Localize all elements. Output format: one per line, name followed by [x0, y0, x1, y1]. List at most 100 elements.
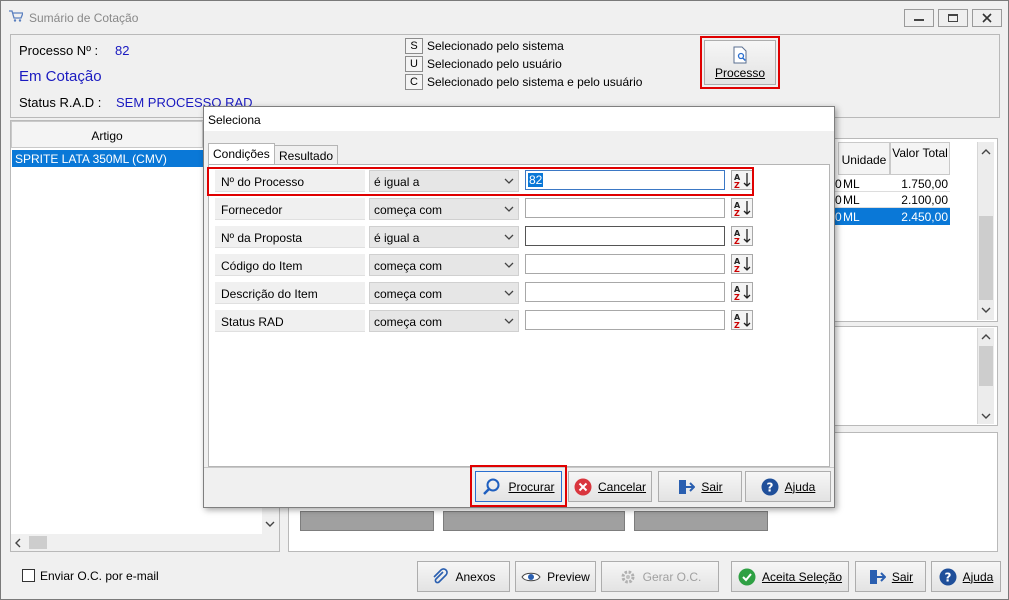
sort-button[interactable]: AZ	[731, 198, 753, 218]
table-row[interactable]: 0 ML 1.750,00	[835, 176, 950, 192]
legend-key-c: C	[405, 74, 423, 90]
chevron-up-icon	[981, 149, 991, 155]
legend-label-u: Selecionado pelo usuário	[427, 57, 562, 71]
sort-button[interactable]: AZ	[731, 310, 753, 330]
tab-resultado[interactable]: Resultado	[274, 145, 339, 165]
chevron-down-icon	[504, 262, 514, 268]
close-button[interactable]	[972, 9, 1002, 27]
svg-text:?: ?	[944, 570, 951, 584]
anexos-button[interactable]: Anexos	[417, 561, 510, 592]
chevron-up-icon	[981, 334, 991, 340]
sort-az-icon: AZ	[734, 285, 751, 302]
value-input[interactable]	[525, 226, 725, 246]
processo-value: 82	[115, 43, 130, 58]
chevron-down-icon	[504, 318, 514, 324]
chevron-down-icon	[981, 413, 991, 419]
operator-select[interactable]: começa com	[369, 310, 519, 332]
maximize-button[interactable]	[938, 9, 968, 27]
operator-select[interactable]: começa com	[369, 282, 519, 304]
help-icon: ?	[761, 478, 779, 495]
sair-button[interactable]: Sair	[855, 561, 926, 592]
left-hscroll[interactable]	[11, 534, 279, 551]
preview-button[interactable]: Preview	[515, 561, 596, 592]
svg-text:?: ?	[766, 480, 773, 494]
value-input[interactable]	[525, 254, 725, 274]
tab-condicoes[interactable]: Condições	[208, 143, 275, 165]
cancelar-button[interactable]: Cancelar	[568, 471, 652, 502]
help-icon: ?	[939, 568, 957, 585]
valor-total-header[interactable]: Valor Total	[890, 142, 950, 175]
summary-bar	[300, 511, 434, 531]
first-condition-highlight	[207, 167, 754, 196]
legend-label-c: Selecionado pelo sistema e pelo usuário	[427, 75, 643, 89]
condition-row: Código do Item começa com AZ	[213, 252, 827, 278]
gerar-oc-button[interactable]: Gerar O.C.	[601, 561, 719, 592]
legend-key-u: U	[405, 56, 423, 72]
cancel-icon	[574, 478, 592, 495]
close-icon	[982, 13, 992, 23]
dialog-sair-button[interactable]: Sair	[658, 471, 742, 502]
sort-az-icon: AZ	[734, 229, 751, 246]
chevron-down-icon	[504, 234, 514, 240]
value-input[interactable]	[525, 282, 725, 302]
condition-row: Status RAD começa com AZ	[213, 308, 827, 334]
minimize-button[interactable]	[904, 9, 934, 27]
sort-az-icon: AZ	[734, 201, 751, 218]
chevron-down-icon	[265, 521, 275, 527]
svg-text:Z: Z	[734, 293, 740, 301]
table-row[interactable]: 0 ML 2.450,00	[835, 208, 950, 225]
aceita-selecao-button[interactable]: Aceita Seleção	[731, 561, 849, 592]
operator-select[interactable]: começa com	[369, 254, 519, 276]
check-icon	[738, 568, 756, 585]
svg-text:Z: Z	[734, 237, 740, 245]
chevron-left-icon	[15, 538, 21, 548]
title-bar: Sumário de Cotação	[1, 1, 1008, 31]
seleciona-dialog: Seleciona Condições Resultado Nº do Proc…	[203, 106, 835, 508]
processo-button-label: Processo	[714, 65, 766, 80]
artigo-header[interactable]: Artigo	[11, 121, 203, 148]
dialog-ajuda-button[interactable]: ? Ajuda	[745, 471, 831, 502]
detail-vscroll[interactable]	[977, 328, 994, 424]
summary-bar	[443, 511, 625, 531]
unidade-header[interactable]: Unidade	[838, 142, 890, 175]
table-row[interactable]: SPRITE LATA 350ML (CMV)	[12, 150, 204, 167]
processo-label: Processo Nº :	[19, 43, 99, 58]
status-rad-label: Status R.A.D :	[19, 95, 102, 110]
cart-icon	[9, 10, 23, 22]
svg-text:Z: Z	[734, 209, 740, 217]
operator-select[interactable]: é igual a	[369, 226, 519, 248]
dialog-title: Seleciona	[208, 113, 261, 127]
sort-az-icon: AZ	[734, 257, 751, 274]
email-checkbox-label: Enviar O.C. por e-mail	[40, 569, 159, 583]
ajuda-button[interactable]: ? Ajuda	[931, 561, 1001, 592]
condition-field: Nº da Proposta	[215, 226, 365, 248]
condition-row: Nº da Proposta é igual a AZ	[213, 224, 827, 250]
email-checkbox[interactable]	[22, 569, 35, 582]
sort-az-icon: AZ	[734, 313, 751, 330]
window-title: Sumário de Cotação	[29, 11, 139, 25]
operator-select[interactable]: começa com	[369, 198, 519, 220]
summary-bar	[634, 511, 768, 531]
right-vscroll[interactable]	[977, 142, 994, 320]
exit-icon	[679, 479, 696, 494]
sort-button[interactable]: AZ	[731, 226, 753, 246]
condition-row: Fornecedor começa com AZ	[213, 196, 827, 222]
chevron-down-icon	[504, 206, 514, 212]
chevron-down-icon	[981, 307, 991, 313]
value-input[interactable]	[525, 310, 725, 330]
conditions-panel: Nº do Processo é igual a 82 AZ Fornecedo…	[208, 164, 830, 467]
processo-button[interactable]: Processo	[704, 40, 776, 85]
value-input[interactable]	[525, 198, 725, 218]
status-cotacao: Em Cotação	[19, 68, 102, 85]
eye-icon	[521, 572, 541, 581]
procurar-button[interactable]: Procurar	[475, 471, 562, 502]
sort-button[interactable]: AZ	[731, 282, 753, 302]
paperclip-icon	[433, 567, 449, 583]
sort-button[interactable]: AZ	[731, 254, 753, 274]
exit-icon	[869, 569, 886, 584]
gear-icon	[621, 570, 635, 583]
table-row[interactable]: 0 ML 2.100,00	[835, 192, 950, 208]
condition-field: Fornecedor	[215, 198, 365, 220]
condition-field: Descrição do Item	[215, 282, 365, 304]
legend-key-s: S	[405, 38, 423, 54]
